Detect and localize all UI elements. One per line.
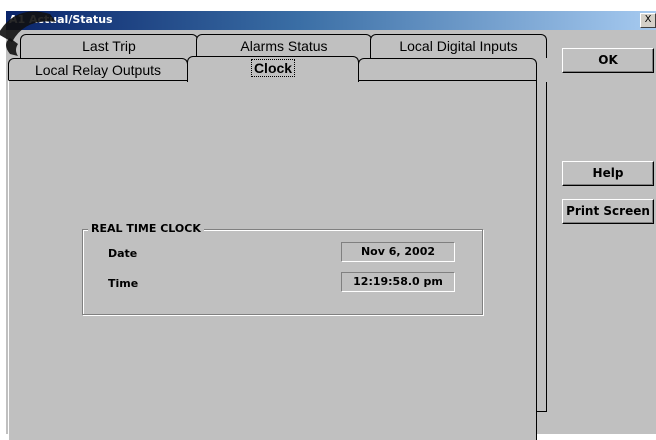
tab-empty (358, 58, 537, 82)
ok-button[interactable]: OK (562, 48, 654, 73)
watermark-graphic (0, 11, 56, 56)
tab-clock[interactable]: Clock (187, 56, 359, 82)
group-title: REAL TIME CLOCK (88, 222, 204, 235)
close-button[interactable]: X (640, 13, 656, 28)
tab-label: Local Digital Inputs (399, 38, 518, 54)
time-label: Time (108, 277, 139, 290)
date-value: Nov 6, 2002 (341, 242, 455, 262)
tab-alarms-status[interactable]: Alarms Status (196, 34, 372, 58)
help-button[interactable]: Help (562, 161, 654, 186)
tab-local-digital-inputs[interactable]: Local Digital Inputs (370, 34, 547, 58)
print-screen-button[interactable]: Print Screen (562, 199, 654, 224)
tab-label: Clock (250, 59, 296, 77)
tab-panel-shadow (537, 82, 547, 412)
title-bar[interactable]: A1 Actual/Status X (6, 11, 656, 30)
tab-label: Local Relay Outputs (34, 62, 162, 78)
time-value: 12:19:58.0 pm (341, 272, 455, 292)
tab-label: Alarms Status (240, 38, 328, 54)
date-label: Date (108, 247, 138, 260)
